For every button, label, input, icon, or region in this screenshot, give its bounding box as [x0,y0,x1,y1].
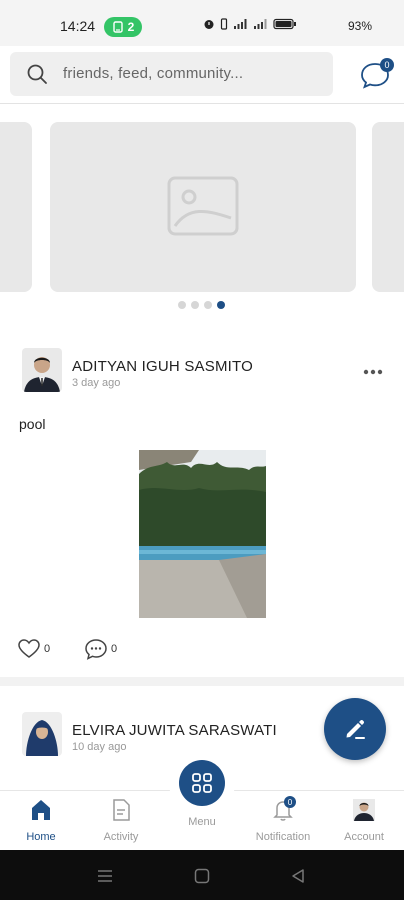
carousel-dot[interactable] [178,301,186,309]
notification-pill: 2 [104,17,142,37]
like-count: 0 [44,643,51,655]
chat-badge: 0 [380,58,394,72]
phone-icon [112,21,123,33]
carousel-dot[interactable] [204,301,212,309]
status-bar: 14:24 2 93% [0,0,404,46]
author-name[interactable]: ADITYAN IGUH SASMITO [72,358,253,375]
app-header: friends, feed, community... 0 [0,46,404,104]
feed-post: ADITYAN IGUH SASMITO 3 day ago pool 0 0 [0,332,404,677]
search-input[interactable]: friends, feed, community... [10,52,333,96]
comment-button[interactable]: 0 [84,638,117,660]
nav-home-label: Home [26,831,56,843]
home-icon [32,800,50,820]
pencil-icon [346,719,365,739]
image-placeholder-icon [167,176,239,236]
post-timestamp: 3 day ago [72,377,121,389]
heart-icon [18,639,40,658]
menu-label: Menu [188,816,216,828]
post-timestamp: 10 day ago [72,741,127,753]
battery-icon [273,18,296,30]
carousel-dots [178,301,225,309]
avatar-image [22,348,62,392]
signal-icon-2 [254,19,267,29]
author-name[interactable]: ELVIRA JUWITA SARASWATI [72,722,277,739]
nav-activity[interactable]: Activity [81,797,161,843]
nav-home[interactable]: Home [1,797,81,843]
recent-apps-icon[interactable] [96,867,114,885]
alarm-icon [204,20,214,29]
search-placeholder: friends, feed, community... [63,65,244,82]
nav-account-label: Account [344,831,384,843]
back-icon[interactable] [289,867,307,885]
more-options-icon[interactable] [362,368,384,376]
carousel-dot[interactable] [191,301,199,309]
comment-icon [85,639,107,660]
vibrate-icon [220,18,228,30]
post-text: pool [19,416,46,432]
carousel-slide-prev[interactable] [0,122,32,292]
nav-notification[interactable]: Notification [243,797,323,843]
nav-activity-label: Activity [103,831,139,843]
create-post-button[interactable] [324,698,386,760]
carousel-dot-active[interactable] [217,301,225,309]
home-system-icon[interactable] [193,867,211,885]
banner-carousel[interactable] [0,104,404,332]
author-avatar[interactable] [22,348,62,392]
avatar-image [22,712,62,756]
system-status-icons [203,18,297,30]
grid-menu-icon [192,773,212,793]
menu-button[interactable] [179,760,225,806]
account-avatar [353,799,375,821]
activity-document-icon [113,799,130,821]
carousel-slide-next[interactable] [372,122,404,292]
comment-count: 0 [111,643,118,655]
nav-notification-label: Notification [255,831,311,843]
system-navigation-bar [0,850,404,900]
like-button[interactable]: 0 [17,638,50,660]
status-time: 14:24 [60,18,96,34]
notification-badge: 0 [284,796,296,808]
search-icon [27,64,47,84]
nav-account[interactable]: Account [324,797,404,843]
battery-percent: 93% [348,19,373,33]
post-photo[interactable] [139,450,266,618]
notification-count: 2 [127,20,135,34]
author-avatar[interactable] [22,712,62,756]
signal-icon [234,19,247,29]
carousel-slide-current[interactable] [50,122,356,292]
pool-photo [139,450,266,618]
